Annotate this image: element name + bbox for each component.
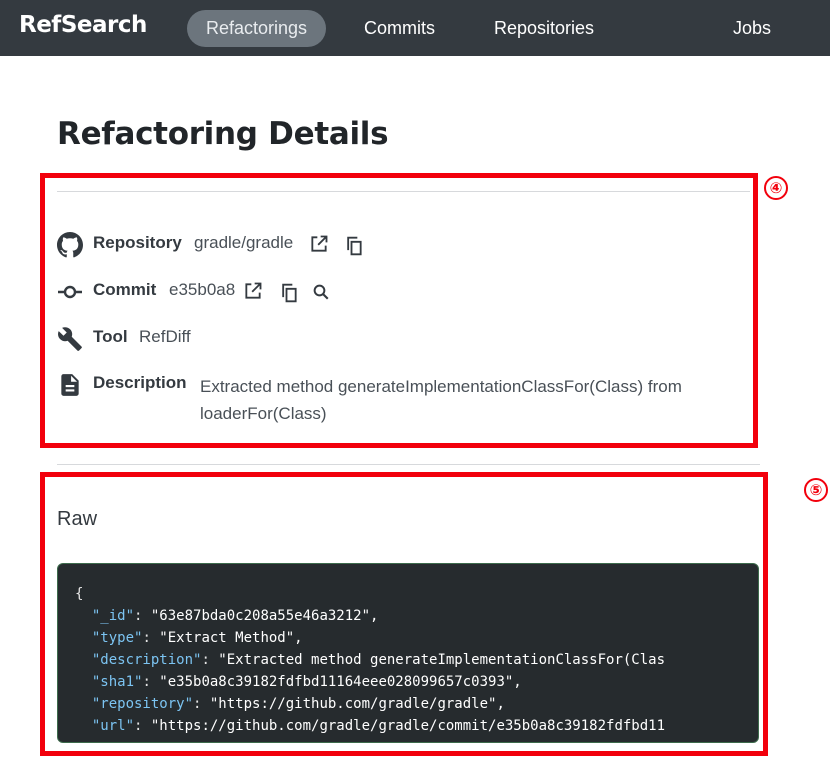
nav-tab-refactorings[interactable]: Refactorings	[187, 10, 327, 47]
page-title: Refactoring Details	[57, 116, 389, 152]
divider-middle	[57, 464, 760, 465]
annotation-box-4	[40, 173, 758, 448]
nav-tab-commits[interactable]: Commits	[364, 10, 435, 47]
annotation-badge-5: ⑤	[804, 478, 828, 502]
annotation-badge-4: ④	[764, 176, 788, 200]
top-navbar: RefSearch Refactorings Commits Repositor…	[0, 0, 830, 56]
annotation-box-5	[40, 472, 768, 756]
nav-tab-repositories[interactable]: Repositories	[494, 10, 594, 47]
nav-tab-jobs[interactable]: Jobs	[733, 10, 771, 47]
brand-logo[interactable]: RefSearch	[19, 12, 147, 38]
